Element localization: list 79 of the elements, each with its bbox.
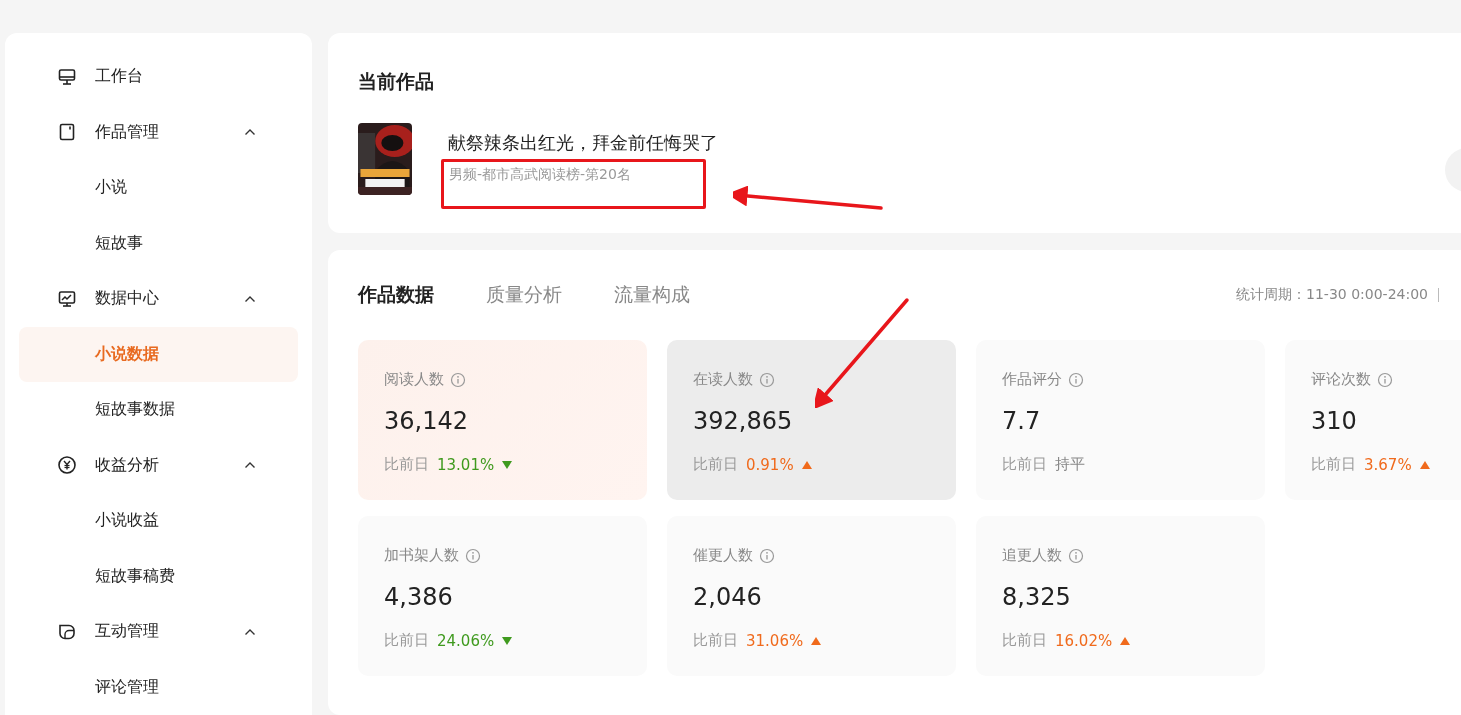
up-triangle-icon (801, 460, 812, 469)
metric-label: 追更人数 (1002, 546, 1062, 565)
metric-value: 36,142 (384, 407, 469, 435)
nav-item[interactable]: 工作台 (19, 49, 298, 105)
metric-label: 催更人数 (693, 546, 753, 565)
metric-label: 在读人数 (693, 370, 753, 389)
nav-subitem[interactable]: 小说 (19, 160, 298, 216)
up-triangle-icon (811, 636, 822, 645)
metric-label: 加书架人数 (384, 546, 459, 565)
metric-value: 4,386 (384, 583, 454, 611)
tab[interactable]: 质量分析 (486, 282, 562, 308)
info-icon (465, 547, 481, 564)
change-value: 3.67% (1364, 455, 1412, 474)
nav-subitem[interactable]: 短故事稿费 (19, 548, 298, 604)
metric-label: 阅读人数 (384, 370, 444, 389)
nav-label: 作品管理 (95, 121, 160, 143)
nav-item[interactable]: 作品管理 (19, 104, 298, 160)
info-icon (450, 371, 466, 388)
ranking-text: 男频-都市高武阅读榜-第20名 (449, 166, 632, 184)
nav-label: 工作台 (95, 66, 144, 88)
caret-icon (244, 461, 256, 470)
change-value: 16.02% (1055, 631, 1113, 650)
info-icon (759, 547, 775, 564)
nav-item[interactable]: 数据中心 (19, 271, 298, 327)
compare-label: 比前日 (384, 455, 429, 474)
metric-value: 8,325 (1002, 583, 1072, 611)
metric-card[interactable]: 追更人数 8,325 比前日 16.02% (976, 516, 1265, 676)
compare-label: 比前日 (1002, 631, 1047, 650)
metric-value: 310 (1311, 407, 1358, 435)
nav-subitem[interactable]: 短故事数据 (19, 382, 298, 438)
metric-label: 评论次数 (1311, 370, 1371, 389)
nav-label: 互动管理 (95, 621, 160, 643)
up-triangle-icon (1419, 460, 1430, 469)
change-value: 13.01% (437, 455, 495, 474)
compare-label: 比前日 (1311, 455, 1356, 474)
metric-card[interactable]: 加书架人数 4,386 比前日 24.06% (358, 516, 647, 676)
info-icon (1068, 371, 1084, 388)
nav-subitem[interactable]: 短故事 (19, 215, 298, 271)
nav-subitem[interactable]: 评论管理 (19, 659, 298, 715)
metric-value: 2,046 (693, 583, 763, 611)
info-icon (1068, 547, 1084, 564)
caret-icon (244, 128, 256, 137)
compare-label: 比前日 (1002, 455, 1047, 474)
compare-label: 比前日 (693, 631, 738, 650)
nav-label: 数据中心 (95, 288, 160, 310)
metric-card[interactable]: 评论次数 310 比前日 3.67% (1285, 340, 1461, 500)
change-value: 0.91% (746, 455, 794, 474)
metric-value: 7.7 (1002, 407, 1042, 435)
info-icon (1377, 371, 1393, 388)
down-triangle-icon (502, 636, 513, 645)
nav-subitem[interactable]: 小说收益 (19, 493, 298, 549)
chart-monitor-icon (57, 288, 77, 309)
yen-icon (57, 455, 77, 476)
tab[interactable]: 作品数据 (358, 282, 434, 308)
change-value: 持平 (1055, 455, 1085, 474)
change-value: 31.06% (746, 631, 804, 650)
info-icon (759, 371, 775, 388)
metric-card[interactable]: 催更人数 2,046 比前日 31.06% (667, 516, 956, 676)
period-text: 统计周期：11-30 0:00-24:00 (1236, 286, 1428, 304)
nav-item[interactable]: 互动管理 (19, 604, 298, 660)
metric-card[interactable]: 在读人数 392,865 比前日 0.91% (667, 340, 956, 500)
nav-label: 收益分析 (95, 454, 160, 476)
metric-value: 392,865 (693, 407, 794, 435)
tab[interactable]: 流量构成 (614, 282, 690, 308)
metric-card[interactable]: 阅读人数 36,142 比前日 13.01% (358, 340, 647, 500)
metric-card[interactable]: 作品评分 7.7 比前日 持平 (976, 340, 1265, 500)
caret-icon (244, 627, 256, 636)
work-title: 献祭辣条出红光，拜金前任悔哭了 (448, 131, 718, 155)
compare-label: 比前日 (693, 455, 738, 474)
down-triangle-icon (502, 460, 513, 469)
change-value: 24.06% (437, 631, 495, 650)
monitor-icon (57, 66, 77, 87)
metric-label: 作品评分 (1002, 370, 1062, 389)
book-icon (57, 122, 77, 143)
section-title: 当前作品 (358, 69, 435, 94)
up-triangle-icon (1120, 636, 1131, 645)
nav-item[interactable]: 收益分析 (19, 437, 298, 493)
caret-icon (244, 294, 256, 303)
compare-label: 比前日 (384, 631, 429, 650)
